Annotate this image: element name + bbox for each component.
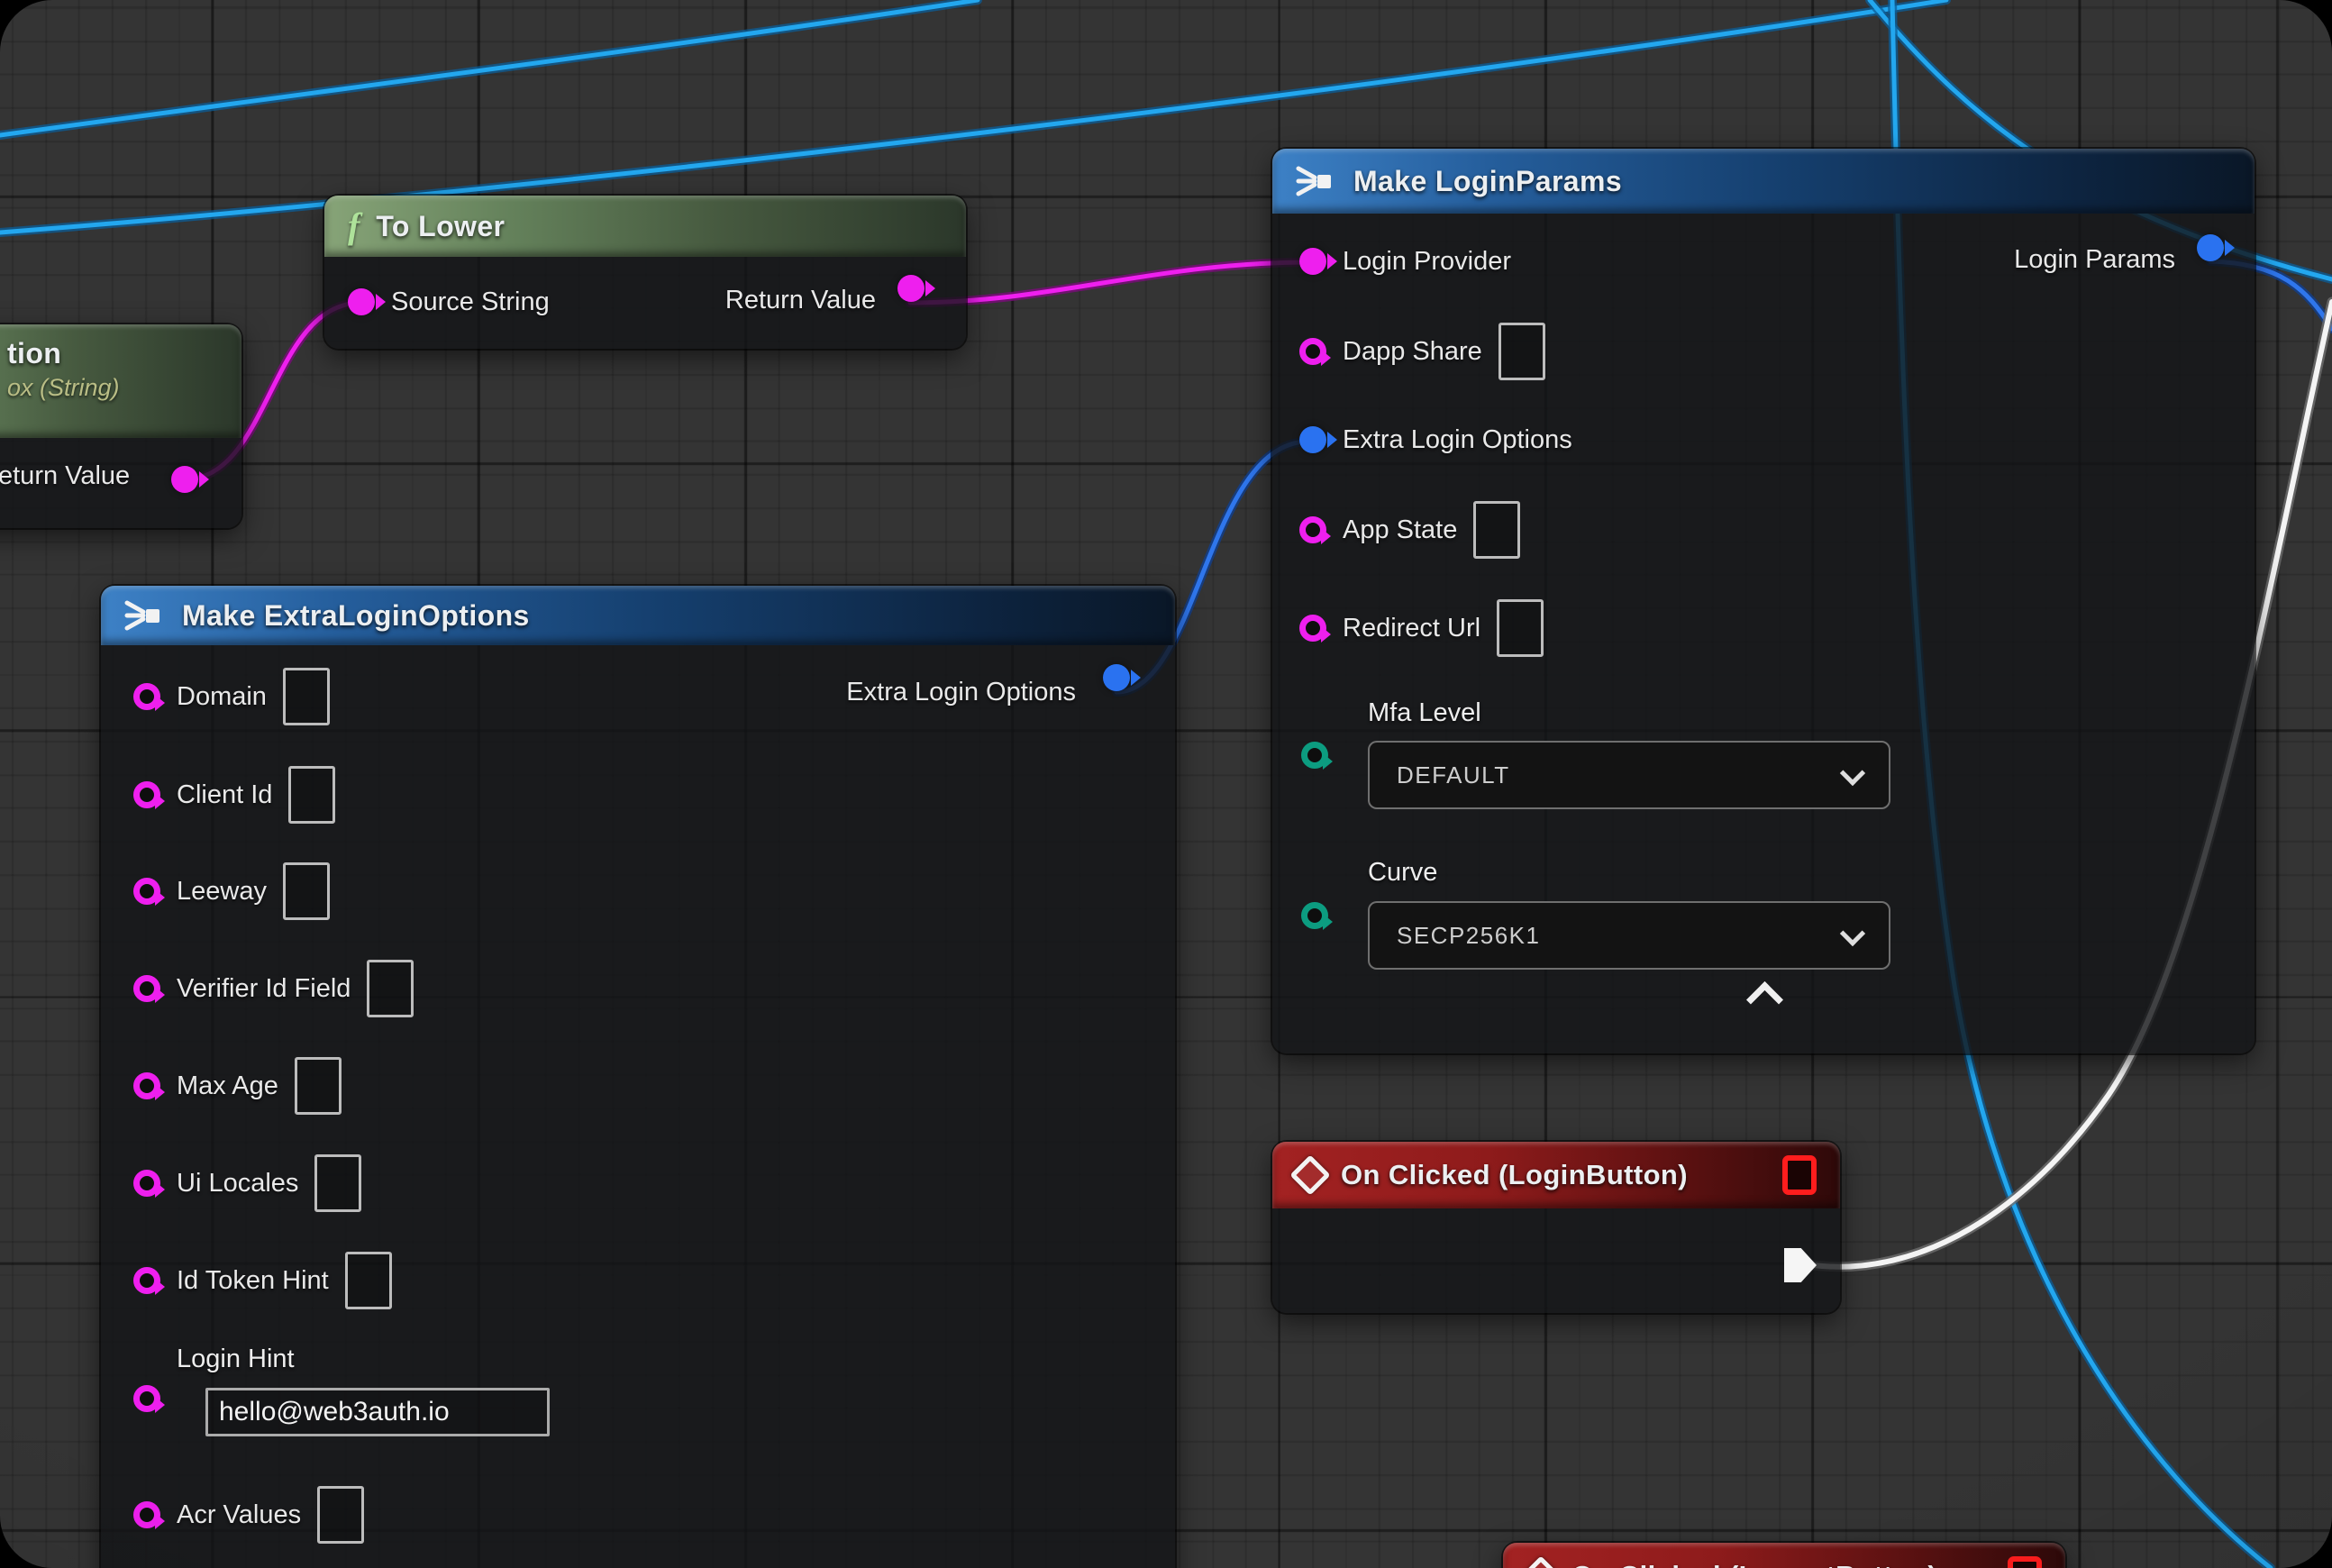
id-token-hint-value-box[interactable] <box>345 1252 392 1309</box>
pin-label-client-id: Client Id <box>177 780 272 810</box>
max-age-value-box[interactable] <box>295 1057 342 1115</box>
curve-dropdown[interactable]: SECP256K1 <box>1368 901 1890 970</box>
event-diamond-icon <box>1289 1154 1330 1195</box>
node-on-clicked-logout-button[interactable]: On Clicked (LogoutButton) <box>1503 1543 2065 1568</box>
acr-values-value-box[interactable] <box>317 1486 364 1544</box>
dapp-share-pin[interactable] <box>1299 338 1326 365</box>
ui-locales-pin[interactable] <box>133 1170 160 1197</box>
chevron-down-icon <box>1840 761 1865 786</box>
return-value-pin[interactable] <box>897 275 925 302</box>
mfa-level-value: DEFAULT <box>1397 761 1510 789</box>
pin-label-redirect-url: Redirect Url <box>1343 614 1480 643</box>
leeway-pin[interactable] <box>133 878 160 905</box>
function-icon: f <box>348 208 360 244</box>
node-make-login-params[interactable]: Make LoginParams Login Provider Login Pa… <box>1272 149 2255 1053</box>
node-title: Make ExtraLoginOptions <box>182 599 530 633</box>
make-struct-icon <box>1296 164 1337 198</box>
login-hint-pin[interactable] <box>133 1385 160 1412</box>
client-id-pin[interactable] <box>133 781 160 808</box>
event-diamond-icon <box>1520 1555 1561 1568</box>
wire-cyan-top-left <box>0 0 978 135</box>
login-hint-input[interactable] <box>205 1388 550 1436</box>
dapp-share-value-box[interactable] <box>1498 323 1545 380</box>
extra-login-options-in-pin[interactable] <box>1299 426 1326 453</box>
ui-locales-value-box[interactable] <box>314 1154 361 1212</box>
curve-pin[interactable] <box>1301 902 1328 929</box>
delegate-badge-icon <box>2008 1556 2042 1568</box>
collapse-chevron-up-icon[interactable] <box>1746 981 1783 1018</box>
pin-label-dapp-share: Dapp Share <box>1343 337 1482 367</box>
pin-label-ui-locales: Ui Locales <box>177 1169 298 1199</box>
node-make-extra-login-options[interactable]: Make ExtraLoginOptions Domain Extra Logi… <box>101 586 1175 1568</box>
max-age-pin[interactable] <box>133 1072 160 1099</box>
pin-label-id-token-hint: Id Token Hint <box>177 1266 329 1296</box>
client-id-value-box[interactable] <box>288 766 335 824</box>
pin-label-leeway: Leeway <box>177 877 267 907</box>
leeway-value-box[interactable] <box>283 862 330 920</box>
node-on-clicked-login-button[interactable]: On Clicked (LoginButton) <box>1272 1142 1840 1313</box>
pin-label-max-age: Max Age <box>177 1071 278 1101</box>
pin-label-return-value: Return Value <box>725 286 876 315</box>
node-header: f To Lower <box>324 196 966 257</box>
pin-label-extra-login-options: Extra Login Options <box>1343 425 1572 455</box>
pin-label-app-state: App State <box>1343 515 1457 545</box>
return-value-pin[interactable] <box>171 466 198 493</box>
id-token-hint-pin[interactable] <box>133 1267 160 1294</box>
pin-label-extra-login-options-out: Extra Login Options <box>846 678 1076 707</box>
delegate-badge-icon <box>1782 1155 1817 1195</box>
node-to-lower[interactable]: f To Lower Source String Return Value <box>324 196 966 349</box>
node-title: To Lower <box>376 210 505 243</box>
pin-label-login-params: Login Params <box>2014 245 2175 275</box>
node-header: tion ox (String) <box>0 324 241 438</box>
pin-label-verifier-id-field: Verifier Id Field <box>177 974 351 1004</box>
verifier-id-field-pin[interactable] <box>133 975 160 1002</box>
app-state-pin[interactable] <box>1299 516 1326 543</box>
mfa-level-pin[interactable] <box>1301 742 1328 769</box>
wire-tolower-to-login-provider <box>910 262 1311 303</box>
curve-label: Curve <box>1368 858 1437 888</box>
verifier-id-field-value-box[interactable] <box>367 960 414 1017</box>
redirect-url-pin[interactable] <box>1299 615 1326 642</box>
node-header: Make LoginParams <box>1272 149 2255 214</box>
mfa-level-label: Mfa Level <box>1368 698 1481 728</box>
domain-value-box[interactable] <box>283 668 330 725</box>
curve-value: SECP256K1 <box>1397 922 1540 950</box>
domain-pin[interactable] <box>133 683 160 710</box>
pin-label-source-string: Source String <box>391 287 550 317</box>
node-subtitle: ox (String) <box>7 374 120 402</box>
node-header: On Clicked (LoginButton) <box>1272 1142 1840 1208</box>
blueprint-graph-canvas[interactable]: tion ox (String) eturn Value f To Lower … <box>0 0 2332 1568</box>
app-state-value-box[interactable] <box>1473 501 1520 559</box>
pin-label-domain: Domain <box>177 682 267 712</box>
pin-label-acr-values: Acr Values <box>177 1500 301 1530</box>
pin-label-login-hint: Login Hint <box>177 1345 295 1374</box>
node-title: tion <box>7 337 120 370</box>
pin-label-login-provider: Login Provider <box>1343 247 1511 277</box>
source-string-pin[interactable] <box>348 288 375 315</box>
node-get-text-partial[interactable]: tion ox (String) eturn Value <box>0 324 241 528</box>
node-title: Make LoginParams <box>1353 165 1622 198</box>
node-title: On Clicked (LoginButton) <box>1341 1159 1688 1191</box>
pin-label-return-value: eturn Value <box>0 461 130 491</box>
node-title: On Clicked (LogoutButton) <box>1571 1560 1937 1568</box>
node-header: On Clicked (LogoutButton) <box>1503 1543 2065 1568</box>
node-header: Make ExtraLoginOptions <box>101 586 1175 645</box>
acr-values-pin[interactable] <box>133 1501 160 1528</box>
exec-out-pin[interactable] <box>1784 1248 1817 1282</box>
login-provider-pin[interactable] <box>1299 248 1326 275</box>
login-params-out-pin[interactable] <box>2197 234 2224 261</box>
extra-login-options-out-pin[interactable] <box>1103 664 1130 691</box>
redirect-url-value-box[interactable] <box>1497 599 1544 657</box>
make-struct-icon <box>124 598 166 633</box>
chevron-down-icon <box>1840 921 1865 946</box>
mfa-level-dropdown[interactable]: DEFAULT <box>1368 741 1890 809</box>
